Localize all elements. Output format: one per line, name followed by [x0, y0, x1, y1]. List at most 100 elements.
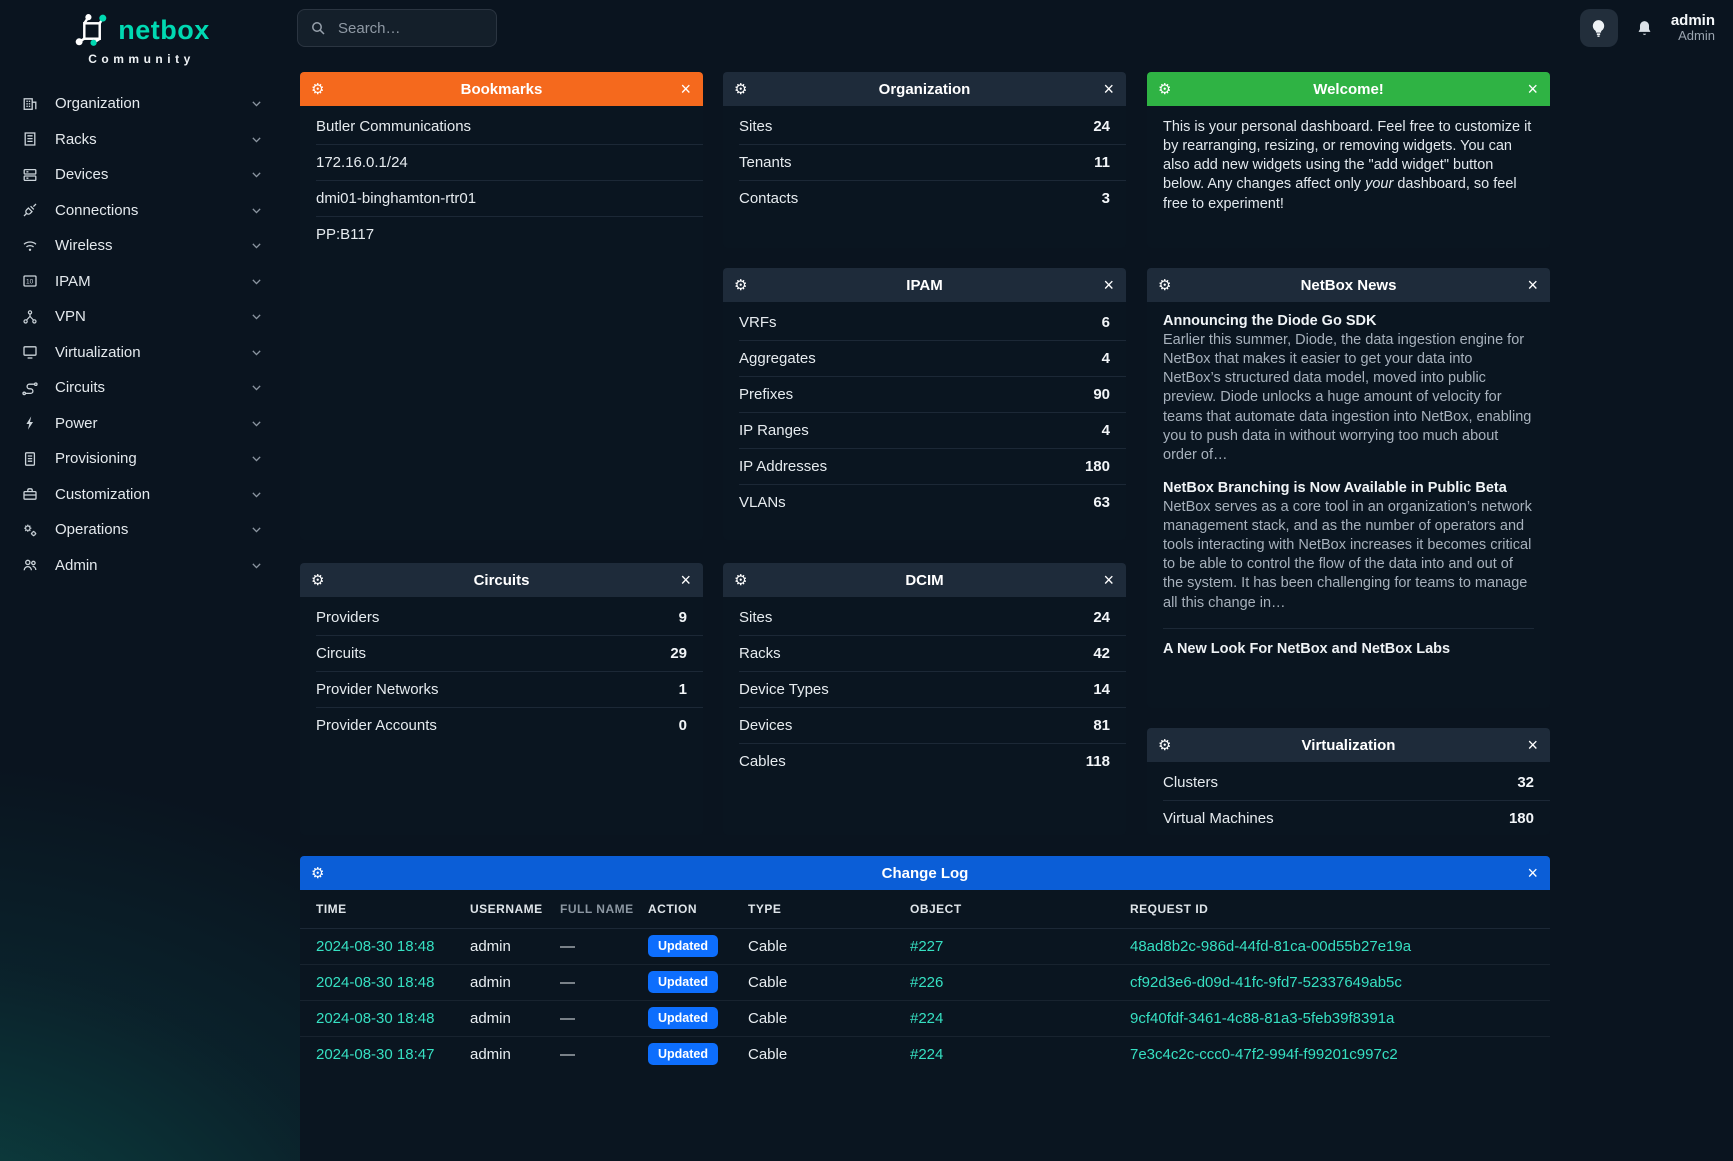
gear-icon[interactable]: ⚙	[311, 866, 324, 881]
changelog-column-header[interactable]: TYPE	[748, 890, 910, 928]
changelog-column-header[interactable]: USERNAME	[470, 890, 560, 928]
close-icon[interactable]: ×	[680, 80, 691, 98]
changelog-username: admin	[470, 1036, 560, 1072]
gear-icon[interactable]: ⚙	[734, 278, 747, 293]
bookmark-link[interactable]: Butler Communications	[316, 118, 687, 135]
changelog-object-link[interactable]: #226	[910, 974, 943, 991]
sidebar-item-racks[interactable]: Racks	[0, 122, 283, 158]
changelog-time-link[interactable]: 2024-08-30 18:48	[316, 974, 434, 991]
changelog-column-header[interactable]: FULL NAME	[560, 890, 648, 928]
changelog-object-link[interactable]: #224	[910, 1010, 943, 1027]
stat-label-link[interactable]: Circuits	[316, 645, 670, 662]
gear-icon[interactable]: ⚙	[734, 82, 747, 97]
gear-icon[interactable]: ⚙	[1158, 82, 1171, 97]
stat-label-link[interactable]: Providers	[316, 609, 679, 626]
action-badge: Updated	[648, 1043, 718, 1065]
changelog-fullname: —	[560, 1036, 648, 1072]
stat-label-link[interactable]: Tenants	[739, 154, 1094, 171]
notifications-bell-icon[interactable]	[1635, 19, 1654, 38]
close-icon[interactable]: ×	[1103, 571, 1114, 589]
changelog-request-link[interactable]: 7e3c4c2c-ccc0-47f2-994f-f99201c997c2	[1130, 1046, 1398, 1063]
sidebar-item-vpn[interactable]: VPN	[0, 299, 283, 335]
stat-row: Circuits29	[316, 635, 703, 671]
stat-label-link[interactable]: IP Addresses	[739, 458, 1085, 475]
news-article-link[interactable]: A New Look For NetBox and NetBox Labs	[1163, 641, 1450, 657]
sidebar-item-virtualization[interactable]: Virtualization	[0, 335, 283, 371]
stat-label-link[interactable]: Device Types	[739, 681, 1093, 698]
sidebar-item-admin[interactable]: Admin	[0, 548, 283, 584]
changelog-time-link[interactable]: 2024-08-30 18:48	[316, 938, 434, 955]
news-footer: A New Look For NetBox and NetBox Labs	[1163, 628, 1534, 669]
stat-label-link[interactable]: VRFs	[739, 314, 1102, 331]
changelog-column-header[interactable]: REQUEST ID	[1130, 890, 1550, 928]
close-icon[interactable]: ×	[1527, 736, 1538, 754]
user-menu[interactable]: admin Admin	[1671, 12, 1715, 44]
sidebar-item-circuits[interactable]: Circuits	[0, 370, 283, 406]
gear-icon[interactable]: ⚙	[1158, 738, 1171, 753]
widget-dcim: ⚙ DCIM × Sites24Racks42Device Types14Dev…	[723, 563, 1126, 835]
stat-label-link[interactable]: Devices	[739, 717, 1093, 734]
sidebar-item-power[interactable]: Power	[0, 406, 283, 442]
brand[interactable]: netbox Community	[0, 0, 283, 66]
stat-label-link[interactable]: IP Ranges	[739, 422, 1102, 439]
sidebar-item-connections[interactable]: Connections	[0, 193, 283, 229]
stat-label-link[interactable]: Provider Networks	[316, 681, 679, 698]
changelog-time-link[interactable]: 2024-08-30 18:47	[316, 1046, 434, 1063]
gear-icon[interactable]: ⚙	[311, 82, 324, 97]
netbox-dashboard: netbox Community OrganizationRacksDevice…	[0, 0, 1733, 1161]
stat-label-link[interactable]: Sites	[739, 118, 1093, 135]
stat-label-link[interactable]: VLANs	[739, 494, 1093, 511]
bookmark-link[interactable]: dmi01-binghamton-rtr01	[316, 190, 687, 207]
gear-icon[interactable]: ⚙	[734, 573, 747, 588]
changelog-request-link[interactable]: 9cf40fdf-3461-4c88-81a3-5feb39f8391a	[1130, 1010, 1394, 1027]
document-icon	[22, 451, 40, 467]
stat-label-link[interactable]: Clusters	[1163, 774, 1517, 791]
close-icon[interactable]: ×	[1527, 864, 1538, 882]
changelog-time-link[interactable]: 2024-08-30 18:48	[316, 1010, 434, 1027]
stat-label-link[interactable]: Virtual Machines	[1163, 810, 1509, 827]
stat-row: Contacts3	[739, 180, 1126, 216]
changelog-type: Cable	[748, 928, 910, 964]
stat-label-link[interactable]: Cables	[739, 753, 1086, 770]
gear-icon[interactable]: ⚙	[311, 573, 324, 588]
stat-label-link[interactable]: Sites	[739, 609, 1093, 626]
changelog-column-header[interactable]: ACTION	[648, 890, 748, 928]
sidebar-item-ipam[interactable]: 10IPAM	[0, 264, 283, 300]
lightning-icon	[22, 415, 40, 431]
search-input[interactable]	[336, 19, 484, 38]
sidebar-item-devices[interactable]: Devices	[0, 157, 283, 193]
stat-label-link[interactable]: Provider Accounts	[316, 717, 679, 734]
close-icon[interactable]: ×	[1103, 80, 1114, 98]
sidebar-item-provisioning[interactable]: Provisioning	[0, 441, 283, 477]
close-icon[interactable]: ×	[680, 571, 691, 589]
sidebar-item-operations[interactable]: Operations	[0, 512, 283, 548]
stat-label-link[interactable]: Prefixes	[739, 386, 1093, 403]
news-article-title-link[interactable]: Announcing the Diode Go SDK	[1163, 313, 1534, 329]
stat-value: 4	[1102, 422, 1110, 439]
bookmark-link[interactable]: 172.16.0.1/24	[316, 154, 687, 171]
stat-label-link[interactable]: Racks	[739, 645, 1093, 662]
widget-virtualization: ⚙ Virtualization × Clusters32Virtual Mac…	[1147, 728, 1550, 835]
changelog-column-header[interactable]: OBJECT	[910, 890, 1130, 928]
close-icon[interactable]: ×	[1527, 80, 1538, 98]
chevron-down-icon	[250, 168, 263, 181]
changelog-object-link[interactable]: #227	[910, 938, 943, 955]
changelog-request-link[interactable]: cf92d3e6-d09d-41fc-9fd7-52337649ab5c	[1130, 974, 1402, 991]
close-icon[interactable]: ×	[1103, 276, 1114, 294]
sidebar-item-wireless[interactable]: Wireless	[0, 228, 283, 264]
changelog-object-link[interactable]: #224	[910, 1046, 943, 1063]
news-article-title-link[interactable]: NetBox Branching is Now Available in Pub…	[1163, 480, 1534, 496]
stat-list: VRFs6Aggregates4Prefixes90IP Ranges4IP A…	[723, 302, 1126, 540]
sidebar-item-label: Devices	[55, 166, 250, 183]
sidebar-item-customization[interactable]: Customization	[0, 477, 283, 513]
changelog-request-link[interactable]: 48ad8b2c-986d-44fd-81ca-00d55b27e19a	[1130, 938, 1411, 955]
theme-toggle-button[interactable]	[1580, 9, 1618, 47]
stat-label-link[interactable]: Contacts	[739, 190, 1102, 207]
sidebar-item-organization[interactable]: Organization	[0, 86, 283, 122]
stat-label-link[interactable]: Aggregates	[739, 350, 1102, 367]
changelog-column-header[interactable]: TIME	[300, 890, 470, 928]
stat-value: 63	[1093, 494, 1110, 511]
bookmark-link[interactable]: PP:B117	[316, 226, 687, 243]
gear-icon[interactable]: ⚙	[1158, 278, 1171, 293]
close-icon[interactable]: ×	[1527, 276, 1538, 294]
